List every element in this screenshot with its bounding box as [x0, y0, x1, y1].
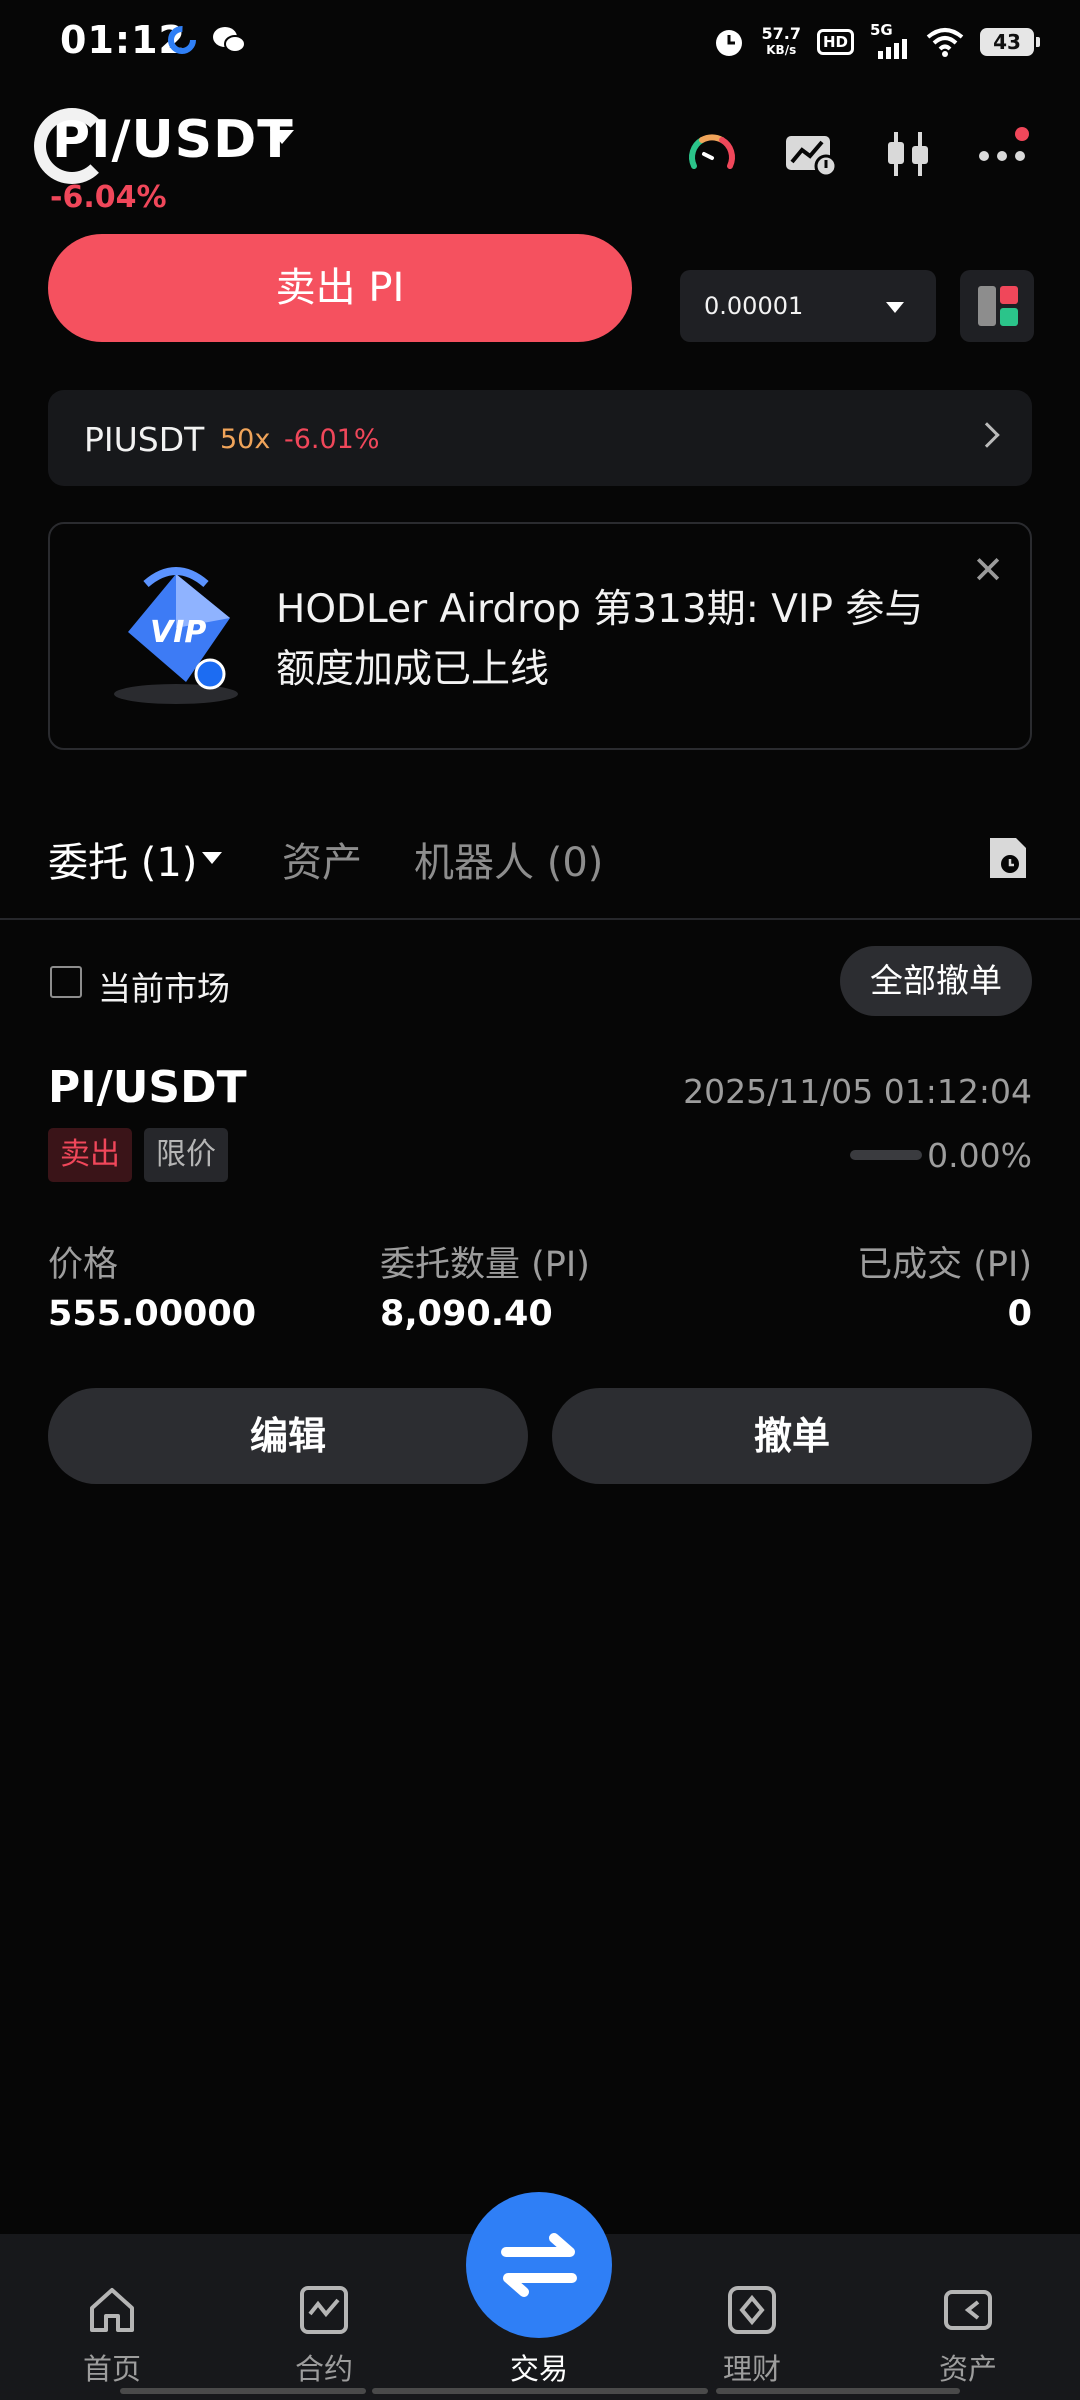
order-side-badge: 卖出 — [48, 1128, 132, 1182]
gesture-bar-right — [716, 2388, 960, 2394]
current-market-checkbox[interactable] — [50, 966, 82, 998]
net-speed-unit: KB/s — [766, 43, 797, 57]
nav-trade-label: 交易 — [509, 2352, 568, 2386]
sell-button[interactable]: 卖出 PI — [48, 234, 632, 342]
wallet-icon — [944, 2290, 992, 2330]
futures-chart-icon — [300, 2286, 348, 2334]
vip-gift-icon: VIP — [114, 567, 238, 704]
order-time: 2025/11/05 01:12:04 — [683, 1072, 1032, 1111]
fill-progress-bar — [850, 1150, 922, 1160]
net-speed: 57.7 KB/s — [762, 26, 801, 58]
tabs-divider — [0, 918, 1080, 920]
nav-earn[interactable]: 理财 — [672, 2234, 832, 2400]
home-icon — [90, 2288, 134, 2332]
edit-order-button[interactable]: 编辑 — [48, 1388, 528, 1484]
banner-text: HODLer Airdrop 第313期: VIP 参与额度加成已上线 — [276, 587, 924, 692]
status-right: 57.7 KB/s HD 5G 43 — [712, 21, 1040, 62]
pair-dropdown-icon[interactable] — [270, 130, 294, 144]
gesture-bar-center — [372, 2388, 708, 2394]
status-app-icons — [166, 24, 246, 56]
price-label: 价格 — [48, 1245, 119, 1285]
depth-select[interactable]: 0.00001 — [680, 270, 936, 342]
candlestick-icon[interactable] — [880, 126, 936, 182]
order-history-icon[interactable] — [986, 834, 1030, 882]
more-icon[interactable] — [976, 126, 1032, 182]
orderbook-layout-button[interactable] — [960, 270, 1034, 342]
battery-indicator: 43 — [980, 28, 1040, 56]
swap-icon — [501, 2233, 577, 2297]
fill-percent: 0.00% — [927, 1136, 1032, 1175]
nav-trade-button[interactable] — [466, 2192, 612, 2338]
nav-futures-label: 合约 — [294, 2352, 353, 2386]
current-market-label[interactable]: 当前市场 — [98, 962, 230, 1010]
earn-icon — [728, 2286, 776, 2334]
depth-value: 0.00001 — [704, 292, 804, 320]
filled-value: 0 — [1007, 1294, 1032, 1334]
wifi-icon — [926, 28, 964, 57]
futures-shortcut[interactable]: PIUSDT 50x -6.01% — [48, 390, 1032, 486]
filled-label: 已成交 (PI) — [857, 1245, 1032, 1285]
amount-label: 委托数量 (PI) — [380, 1245, 590, 1285]
price-value: 555.00000 — [48, 1294, 257, 1334]
hd-badge: HD — [816, 29, 854, 55]
floating-logo-icon[interactable] — [34, 108, 110, 184]
alarm-icon — [715, 30, 742, 56]
tab-assets[interactable]: 资产 — [282, 830, 362, 888]
signal-icon: 5G — [870, 21, 910, 59]
order-type-badge: 限价 — [144, 1128, 228, 1182]
chevron-right-icon — [974, 422, 1000, 448]
promo-banner[interactable]: VIP HODLer Airdrop 第313期: VIP 参与额度加成已上线 … — [48, 522, 1032, 750]
net-speed-value: 57.7 — [761, 24, 801, 43]
nav-home-label: 首页 — [82, 2352, 141, 2386]
tab-orders-dropdown-icon[interactable] — [202, 852, 222, 864]
pair-change: -6.04% — [50, 180, 167, 215]
cancel-order-button[interactable]: 撤单 — [552, 1388, 1032, 1484]
vip-art-text: VIP — [150, 615, 206, 650]
chevron-down-icon — [886, 302, 904, 313]
g-app-icon — [168, 26, 196, 54]
close-icon[interactable]: ✕ — [972, 548, 1004, 592]
chart-alert-icon[interactable] — [782, 126, 838, 182]
nav-home[interactable]: 首页 — [32, 2234, 192, 2400]
nav-earn-label: 理财 — [722, 2352, 781, 2386]
gesture-bar-left — [120, 2388, 366, 2394]
order-pair[interactable]: PI/USDT — [48, 1062, 247, 1113]
gauge-icon[interactable] — [684, 126, 740, 182]
tab-orders[interactable]: 委托 (1) — [48, 830, 197, 888]
futures-name: PIUSDT — [84, 420, 205, 459]
nav-assets-label: 资产 — [938, 2352, 997, 2386]
nav-futures[interactable]: 合约 — [244, 2234, 404, 2400]
tab-bots[interactable]: 机器人 (0) — [414, 830, 603, 888]
wechat-icon — [213, 27, 246, 53]
futures-change: -6.01% — [284, 424, 380, 455]
layout-icon — [978, 286, 1018, 326]
nav-assets[interactable]: 资产 — [888, 2234, 1048, 2400]
network-type: 5G — [870, 21, 893, 39]
cancel-all-button[interactable]: 全部撤单 — [840, 946, 1032, 1016]
futures-leverage: 50x — [220, 424, 271, 455]
amount-value: 8,090.40 — [380, 1294, 553, 1334]
